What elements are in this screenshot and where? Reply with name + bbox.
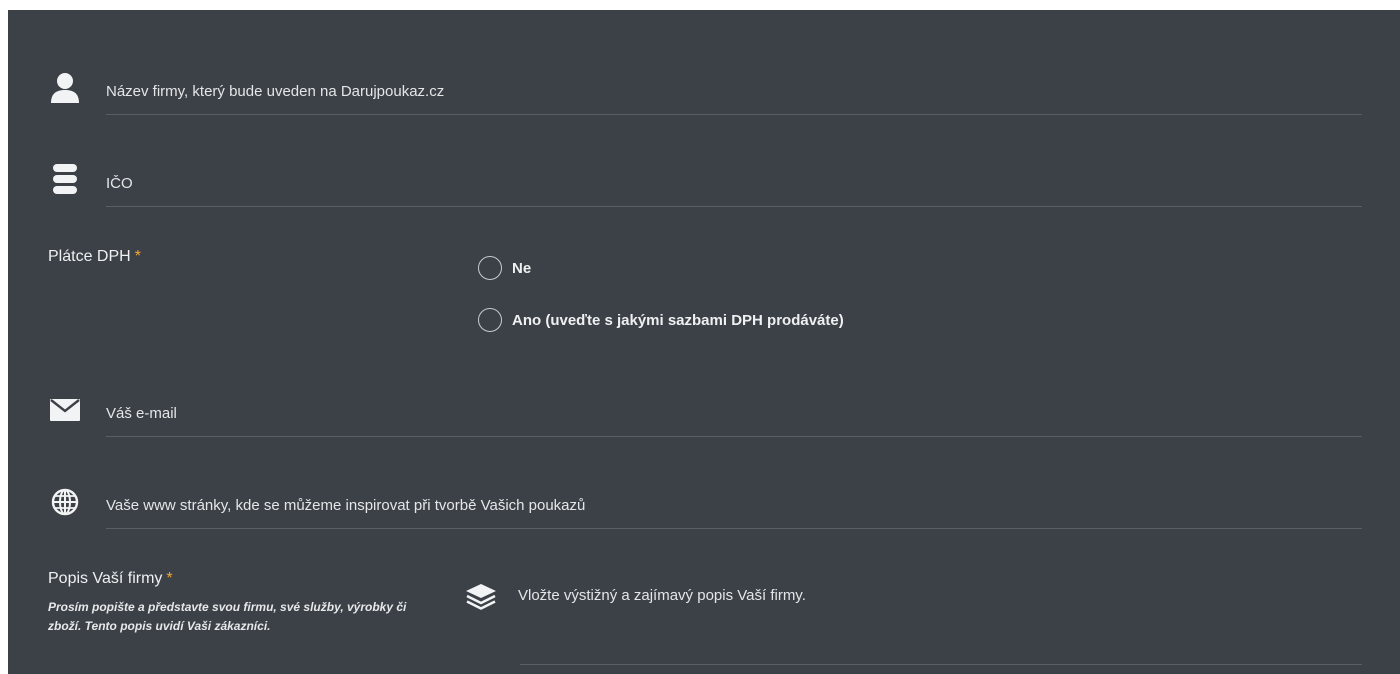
- company-name-underline: [106, 114, 1362, 115]
- vat-option-yes-label: Ano (uveďte s jakými sazbami DPH prodává…: [512, 311, 844, 329]
- vat-option-no[interactable]: Ne: [478, 256, 531, 280]
- company-form: Plátce DPH* Ne Ano (uveďte s jakými sazb…: [8, 10, 1400, 674]
- description-field: [463, 578, 1363, 668]
- website-input[interactable]: [106, 490, 1362, 520]
- email-field: [48, 390, 1362, 440]
- user-icon: [48, 68, 82, 108]
- globe-icon: [48, 482, 82, 522]
- description-textarea[interactable]: [518, 587, 1358, 657]
- email-input[interactable]: [106, 398, 1362, 428]
- required-asterisk: *: [134, 248, 141, 265]
- email-underline: [106, 436, 1362, 437]
- ico-field: [48, 160, 1362, 210]
- ico-underline: [106, 206, 1362, 207]
- layers-icon: [463, 578, 499, 614]
- website-field: [48, 482, 1362, 532]
- description-label: Popis Vaší firmy *: [48, 570, 173, 588]
- ico-input[interactable]: [106, 168, 1362, 198]
- description-label-text: Popis Vaší firmy: [48, 570, 163, 587]
- required-asterisk: *: [166, 570, 173, 587]
- vat-payer-label-text: Plátce DPH: [48, 248, 131, 265]
- radio-circle[interactable]: [478, 308, 502, 332]
- vat-option-no-label: Ne: [512, 259, 532, 277]
- vat-payer-label: Plátce DPH *: [48, 248, 141, 266]
- envelope-icon: [48, 390, 82, 430]
- vat-option-yes[interactable]: Ano (uveďte s jakými sazbami DPH prodává…: [478, 308, 844, 332]
- description-underline: [520, 664, 1362, 665]
- website-underline: [106, 528, 1362, 529]
- database-icon: [48, 160, 82, 200]
- description-hint: Prosím popište a představte svou firmu, …: [48, 600, 407, 633]
- radio-circle[interactable]: [478, 256, 502, 280]
- company-name-field: [48, 68, 1362, 118]
- company-name-input[interactable]: [106, 76, 1362, 106]
